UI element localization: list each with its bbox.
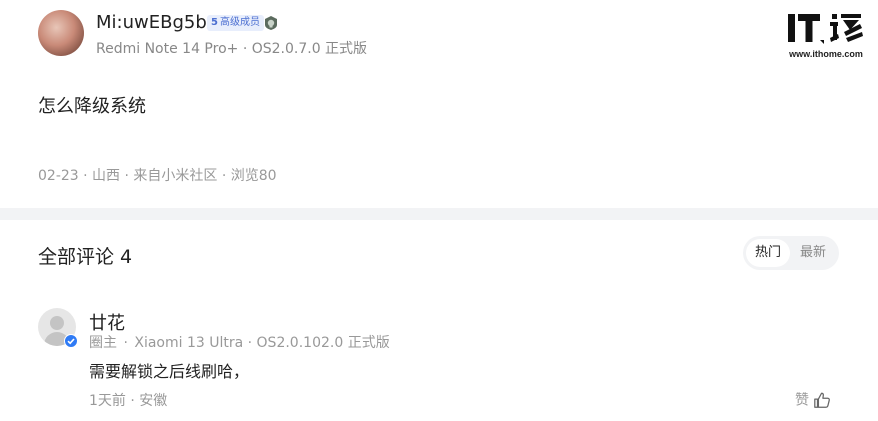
avatar-placeholder-head (50, 316, 64, 330)
comments-title: 全部评论 4 (38, 246, 133, 268)
ithome-logo: www.ithome.com (786, 10, 866, 64)
level-badge: 5 高级成员 (207, 15, 264, 31)
comment-meta: 1天前 · 安徽 (89, 393, 168, 409)
comment-sort-toggle: 热门 最新 (743, 236, 839, 270)
sort-new-button[interactable]: 最新 (791, 239, 835, 267)
comment-text: 需要解锁之后线刷哈， (89, 362, 250, 381)
post-author-avatar[interactable] (38, 10, 84, 56)
comment-author-info: 圈主 · Xiaomi 13 Ultra · OS2.0.102.0 正式版 (89, 335, 390, 351)
post-author-device: Redmi Note 14 Pro+ · OS2.0.7.0 正式版 (96, 41, 368, 57)
comment-author-role: 圈主 (89, 335, 117, 351)
post-body: 怎么降级系统 (38, 96, 146, 117)
like-button[interactable]: 赞 (795, 389, 831, 409)
thumbs-up-icon (814, 392, 830, 408)
comment-author-device: Xiaomi 13 Ultra · OS2.0.102.0 正式版 (134, 335, 390, 351)
ithome-url: www.ithome.com (789, 49, 863, 59)
section-divider (0, 208, 878, 220)
ithome-logo-mark (788, 14, 863, 44)
verified-icon (64, 334, 78, 348)
medal-icon (265, 16, 277, 30)
level-number: 5 (211, 17, 218, 28)
sort-hot-button[interactable]: 热门 (746, 239, 790, 267)
level-label: 高级成员 (219, 17, 260, 28)
post-author-name[interactable]: Mi:uwEBg5b (96, 12, 207, 33)
like-label: 赞 (795, 392, 809, 409)
post-meta: 02-23 · 山西 · 来自小米社区 · 浏览80 (38, 168, 277, 184)
